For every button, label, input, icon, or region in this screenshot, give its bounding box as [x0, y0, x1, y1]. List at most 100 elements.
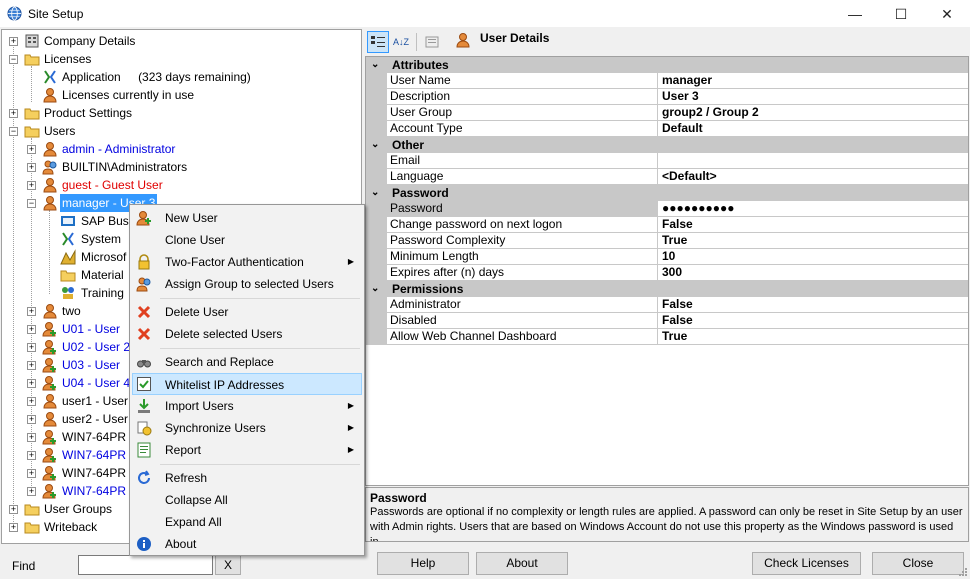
property-value[interactable]: True: [658, 233, 968, 249]
tree-child-microsoft[interactable]: Microsof: [81, 248, 126, 266]
menu-item-search-replace[interactable]: Search and Replace: [132, 351, 362, 373]
tree-item-licenses[interactable]: Licenses: [44, 50, 91, 68]
expand-toggle[interactable]: +: [27, 307, 36, 316]
property-value[interactable]: 300: [658, 265, 968, 281]
expand-toggle[interactable]: +: [27, 145, 36, 154]
tree-child-sap[interactable]: SAP Bus: [81, 212, 129, 230]
about-button[interactable]: About: [476, 552, 568, 575]
property-row[interactable]: Change password on next logon False: [366, 217, 968, 233]
expand-toggle[interactable]: +: [27, 325, 36, 334]
menu-item-clone-user[interactable]: Clone User: [132, 229, 362, 251]
expand-toggle[interactable]: +: [27, 469, 36, 478]
tree-user-u01[interactable]: U01 - User: [62, 320, 120, 338]
tree-item-application[interactable]: Application (323 days remaining): [62, 68, 251, 86]
tree-user-builtin-administrators[interactable]: BUILTIN\Administrators: [62, 158, 187, 176]
property-row[interactable]: User Group group2 / Group 2: [366, 105, 968, 121]
property-row[interactable]: User Name manager: [366, 73, 968, 89]
property-value[interactable]: True: [658, 329, 968, 345]
categorized-view-button[interactable]: [367, 31, 389, 53]
property-row[interactable]: Account Type Default: [366, 121, 968, 137]
tree-user-win7-3[interactable]: WIN7-64PR: [62, 464, 126, 482]
find-input[interactable]: [78, 555, 213, 575]
menu-item-expand-all[interactable]: Expand All: [132, 511, 362, 533]
tree-user-admin[interactable]: admin - Administrator: [62, 140, 175, 158]
expand-toggle[interactable]: +: [27, 397, 36, 406]
menu-item-collapse-all[interactable]: Collapse All: [132, 489, 362, 511]
collapse-toggle[interactable]: −: [9, 55, 18, 64]
tree-child-training[interactable]: Training: [81, 284, 124, 302]
property-value[interactable]: User 3: [658, 89, 968, 105]
expand-toggle[interactable]: +: [27, 433, 36, 442]
expand-toggle[interactable]: +: [27, 181, 36, 190]
property-row[interactable]: Expires after (n) days 300: [366, 265, 968, 281]
property-row[interactable]: Description User 3: [366, 89, 968, 105]
expand-toggle[interactable]: +: [27, 379, 36, 388]
tree-user-user2[interactable]: user2 - User: [62, 410, 128, 428]
clear-find-button[interactable]: X: [215, 555, 241, 575]
menu-item-two-factor[interactable]: Two-Factor Authentication ▶: [132, 251, 362, 273]
property-row[interactable]: Disabled False: [366, 313, 968, 329]
close-window-button[interactable]: ✕: [924, 0, 970, 28]
tree-item-product-settings[interactable]: Product Settings: [44, 104, 132, 122]
property-row-selected[interactable]: Password ●●●●●●●●●●: [366, 201, 968, 217]
menu-item-report[interactable]: Report ▶: [132, 439, 362, 461]
property-value[interactable]: ●●●●●●●●●●: [658, 201, 968, 217]
resize-grip-icon[interactable]: [958, 567, 968, 577]
expand-toggle[interactable]: +: [27, 343, 36, 352]
property-value[interactable]: False: [658, 217, 968, 233]
tree-user-win7-1[interactable]: WIN7-64PR: [62, 428, 126, 446]
property-value[interactable]: group2 / Group 2: [658, 105, 968, 121]
property-row[interactable]: Email: [366, 153, 968, 169]
maximize-button[interactable]: ☐: [878, 0, 924, 28]
menu-item-refresh[interactable]: Refresh: [132, 467, 362, 489]
close-button[interactable]: Close: [872, 552, 964, 575]
expand-toggle[interactable]: +: [9, 523, 18, 532]
category-attributes[interactable]: ⌄ Attributes: [366, 57, 968, 73]
tree-item-users[interactable]: Users: [44, 122, 75, 140]
category-password[interactable]: ⌄ Password: [366, 185, 968, 201]
menu-item-assign-group[interactable]: Assign Group to selected Users: [132, 273, 362, 295]
menu-item-new-user[interactable]: New User: [132, 207, 362, 229]
sort-alphabetical-button[interactable]: A↓Z: [390, 31, 412, 53]
tree-user-win7-4[interactable]: WIN7-64PR: [62, 482, 126, 500]
tree-user-u03[interactable]: U03 - User: [62, 356, 120, 374]
menu-item-whitelist-ip[interactable]: Whitelist IP Addresses: [132, 373, 362, 395]
expand-toggle[interactable]: +: [27, 451, 36, 460]
expand-toggle[interactable]: +: [27, 487, 36, 496]
property-value[interactable]: manager: [658, 73, 968, 89]
tree-item-company-details[interactable]: Company Details: [44, 32, 135, 50]
property-value[interactable]: 10: [658, 249, 968, 265]
tree-item-licenses-in-use[interactable]: Licenses currently in use: [62, 86, 194, 104]
expand-toggle[interactable]: +: [9, 109, 18, 118]
expand-toggle[interactable]: +: [9, 505, 18, 514]
check-licenses-button[interactable]: Check Licenses: [752, 552, 861, 575]
expand-toggle[interactable]: +: [27, 163, 36, 172]
tree-item-writeback[interactable]: Writeback: [44, 518, 97, 536]
property-row[interactable]: Language <Default>: [366, 169, 968, 185]
property-grid[interactable]: ⌄ Attributes User Name manager Descriptio…: [365, 56, 969, 486]
tree-user-win7-2[interactable]: WIN7-64PR: [62, 446, 126, 464]
property-row[interactable]: Allow Web Channel Dashboard True: [366, 329, 968, 345]
property-value[interactable]: [658, 153, 968, 169]
collapse-toggle[interactable]: −: [9, 127, 18, 136]
property-row[interactable]: Administrator False: [366, 297, 968, 313]
property-value[interactable]: Default: [658, 121, 968, 137]
collapse-toggle[interactable]: −: [27, 199, 36, 208]
tree-child-material[interactable]: Material: [81, 266, 124, 284]
property-pages-button[interactable]: [421, 31, 443, 53]
tree-user-u02[interactable]: U02 - User 2: [62, 338, 130, 356]
property-value[interactable]: <Default>: [658, 169, 968, 185]
menu-item-delete-user[interactable]: Delete User: [132, 301, 362, 323]
category-other[interactable]: ⌄ Other: [366, 137, 968, 153]
tree-user-user1[interactable]: user1 - User: [62, 392, 128, 410]
menu-item-about[interactable]: About: [132, 533, 362, 555]
tree-user-two[interactable]: two: [62, 302, 81, 320]
tree-user-u04[interactable]: U04 - User 4: [62, 374, 130, 392]
expand-toggle[interactable]: +: [27, 361, 36, 370]
property-row[interactable]: Minimum Length 10: [366, 249, 968, 265]
menu-item-delete-selected[interactable]: Delete selected Users: [132, 323, 362, 345]
expand-toggle[interactable]: +: [9, 37, 18, 46]
tree-item-user-groups[interactable]: User Groups: [44, 500, 112, 518]
expand-toggle[interactable]: +: [27, 415, 36, 424]
category-permissions[interactable]: ⌄ Permissions: [366, 281, 968, 297]
